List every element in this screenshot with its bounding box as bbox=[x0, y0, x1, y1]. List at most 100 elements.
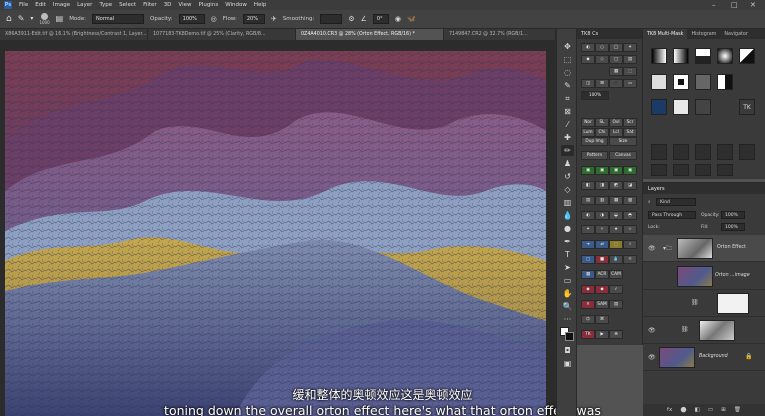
tk8-grid-tool-11-icon[interactable]: ◫ bbox=[581, 79, 595, 88]
frame-tool-icon[interactable]: ⊠ bbox=[561, 106, 574, 117]
tk8-tool-22[interactable]: ▤ bbox=[609, 300, 623, 309]
layer-kind-filter[interactable]: Kind bbox=[656, 198, 696, 206]
photoshop-logo-icon[interactable]: Ps bbox=[4, 1, 12, 9]
tk8-pattern-button[interactable]: Pattern bbox=[581, 151, 608, 160]
mask-preset-8-icon[interactable] bbox=[695, 74, 711, 90]
visibility-eye-icon[interactable]: 👁 bbox=[648, 354, 656, 361]
history-brush-tool-icon[interactable]: ↺ bbox=[561, 171, 574, 182]
tk8-tool-11[interactable]: ▦ bbox=[609, 196, 623, 205]
menu-window[interactable]: Window bbox=[225, 2, 247, 8]
brush-icon[interactable]: ✎ bbox=[18, 15, 25, 23]
tk8-acr-button[interactable]: ACR bbox=[595, 270, 609, 279]
tk8-tool-26[interactable]: ⊕ bbox=[609, 330, 623, 339]
tk8-tool-10[interactable]: ▥ bbox=[595, 196, 609, 205]
background-color-swatch[interactable] bbox=[565, 332, 574, 341]
tab-histogram[interactable]: Histogram bbox=[687, 29, 720, 39]
shape-tool-icon[interactable]: ▭ bbox=[561, 275, 574, 286]
tk8-tool-21[interactable]: ✓ bbox=[609, 285, 623, 294]
clone-stamp-tool-icon[interactable]: ♟ bbox=[561, 158, 574, 169]
tk8-tool-5[interactable]: ◧ bbox=[581, 181, 595, 190]
pen-tool-icon[interactable]: ✒ bbox=[561, 236, 574, 247]
tk8-tool-20[interactable]: ☆ bbox=[623, 225, 637, 234]
smoothing-field[interactable] bbox=[320, 14, 343, 24]
tk8-tool-16[interactable]: ◓ bbox=[623, 211, 637, 220]
visibility-eye-icon[interactable]: 👁 bbox=[648, 245, 656, 252]
tk8-canvas-button[interactable]: Canvas bbox=[609, 151, 637, 160]
doc-tab-4[interactable]: 7149847.CR2 @ 32.7% (RGB/1... bbox=[444, 29, 556, 40]
menu-plugins[interactable]: Plugins bbox=[198, 2, 218, 8]
mask-preset-5-icon[interactable] bbox=[739, 48, 755, 64]
lasso-tool-icon[interactable]: ◌ bbox=[561, 67, 574, 78]
tk8-tool-9[interactable]: ▤ bbox=[581, 196, 595, 205]
tk8-sam-button[interactable]: SAM bbox=[595, 300, 609, 309]
menu-help[interactable]: Help bbox=[254, 2, 267, 8]
minimize-icon[interactable]: – bbox=[712, 1, 716, 9]
layer-row[interactable]: Orton ...image bbox=[643, 263, 765, 290]
tk8-grid-tool-5-icon[interactable]: ◆ bbox=[581, 55, 595, 64]
mm-tool-9-icon[interactable] bbox=[717, 164, 733, 176]
more-tools-icon[interactable]: ··· bbox=[561, 314, 574, 325]
tk8-tk-logo-icon[interactable]: TK bbox=[581, 330, 595, 339]
tk8-size-button[interactable]: Size bbox=[609, 137, 637, 146]
angle-field[interactable]: 0° bbox=[372, 14, 389, 24]
layers-panel-title[interactable]: Layers bbox=[643, 183, 765, 194]
move-tool-icon[interactable]: ✥ bbox=[561, 41, 574, 52]
tk8-green-tool-3[interactable]: ▣ bbox=[609, 166, 623, 175]
maximize-icon[interactable]: □ bbox=[731, 1, 738, 9]
menu-layer[interactable]: Layer bbox=[77, 2, 92, 8]
tk8-blue-tool-1[interactable]: ▢ bbox=[581, 255, 595, 264]
tk8-tool-23[interactable]: ⌬ bbox=[581, 315, 595, 324]
dodge-tool-icon[interactable]: ● bbox=[561, 223, 574, 234]
tk8-tool-24[interactable]: ⌘ bbox=[595, 315, 609, 324]
tk8-green-tool-2[interactable]: ▣ bbox=[595, 166, 609, 175]
tk8-enter-icon[interactable]: ➔ bbox=[581, 240, 595, 249]
adjustment-layer-icon[interactable]: ◧ bbox=[695, 407, 700, 413]
pressure-size-icon[interactable]: ◉ bbox=[395, 15, 401, 23]
tk8-bright-icon[interactable]: ☼ bbox=[623, 255, 637, 264]
airbrush-icon[interactable]: ✈ bbox=[271, 15, 277, 23]
layer-opacity-field[interactable]: 100% bbox=[721, 211, 745, 219]
mask-settings-icon[interactable] bbox=[695, 99, 711, 115]
menu-image[interactable]: Image bbox=[53, 2, 70, 8]
blend-mode-select[interactable]: Pass Through bbox=[648, 211, 696, 219]
menu-select[interactable]: Select bbox=[119, 2, 136, 8]
tk8-drop-icon[interactable]: 💧 bbox=[609, 255, 623, 264]
menu-type[interactable]: Type bbox=[99, 2, 112, 8]
tk8-grid-tool-2-icon[interactable]: ○ bbox=[595, 43, 609, 52]
mm-tool-6-icon[interactable] bbox=[651, 164, 667, 176]
tk8-chi-button[interactable]: Chi bbox=[595, 128, 609, 137]
healing-brush-tool-icon[interactable]: ✚ bbox=[561, 132, 574, 143]
tk8-sl-button[interactable]: SL bbox=[595, 118, 609, 127]
visibility-eye-icon[interactable]: 👁 bbox=[648, 327, 656, 334]
tk8-tool-25[interactable]: ▶ bbox=[595, 330, 609, 339]
tk8-scr-button[interactable]: Scr bbox=[623, 118, 637, 127]
menu-file[interactable]: File bbox=[19, 2, 28, 8]
tab-multimask[interactable]: TK8 Multi-Mask bbox=[643, 29, 688, 39]
tk8-swap-icon[interactable]: ⇄ bbox=[595, 240, 609, 249]
tab-navigator[interactable]: Navigator bbox=[720, 29, 751, 39]
close-icon[interactable]: ✕ bbox=[750, 1, 756, 9]
layer-row[interactable]: ⛓ bbox=[643, 290, 765, 317]
trash-icon[interactable]: 🗑 bbox=[734, 407, 741, 413]
mm-tool-2-icon[interactable] bbox=[673, 144, 689, 160]
tk8-sat-button[interactable]: Sat bbox=[623, 128, 637, 137]
mm-tool-1-icon[interactable] bbox=[651, 144, 667, 160]
home-icon[interactable]: ⌂ bbox=[6, 14, 12, 24]
mask-preset-9-icon[interactable] bbox=[717, 74, 733, 90]
smoothing-settings-icon[interactable]: ⚙ bbox=[348, 15, 354, 23]
tk8-grid-tool-7-icon[interactable]: □ bbox=[609, 55, 623, 64]
tk8-select-icon[interactable]: ⬚ bbox=[609, 240, 623, 249]
mm-tool-4-icon[interactable] bbox=[717, 144, 733, 160]
doc-tab-active[interactable]: 0Z4A4010.CR3 @ 28% (Orton Effect, RGB/16… bbox=[296, 29, 444, 40]
tk8-lum-button[interactable]: Lum bbox=[581, 128, 595, 137]
hand-tool-icon[interactable]: ✋ bbox=[561, 288, 574, 299]
quick-select-tool-icon[interactable]: ✎ bbox=[561, 80, 574, 91]
doc-tab-2[interactable]: 1077183-TK8Demo.tif @ 25% (Clarity, RGB/… bbox=[148, 29, 296, 40]
fill-field[interactable]: 100% bbox=[721, 223, 745, 231]
tk8-grid-tool-10-icon[interactable]: ⬚ bbox=[623, 67, 637, 76]
marquee-tool-icon[interactable]: ⬚ bbox=[561, 54, 574, 65]
tk8-grid-tool-12-icon[interactable]: ⊞ bbox=[595, 79, 609, 88]
mask-preset-3-icon[interactable] bbox=[695, 48, 711, 64]
tk8-grid-tool-1-icon[interactable]: ◐ bbox=[581, 43, 595, 52]
tk8-tool-17[interactable]: ✦ bbox=[581, 225, 595, 234]
